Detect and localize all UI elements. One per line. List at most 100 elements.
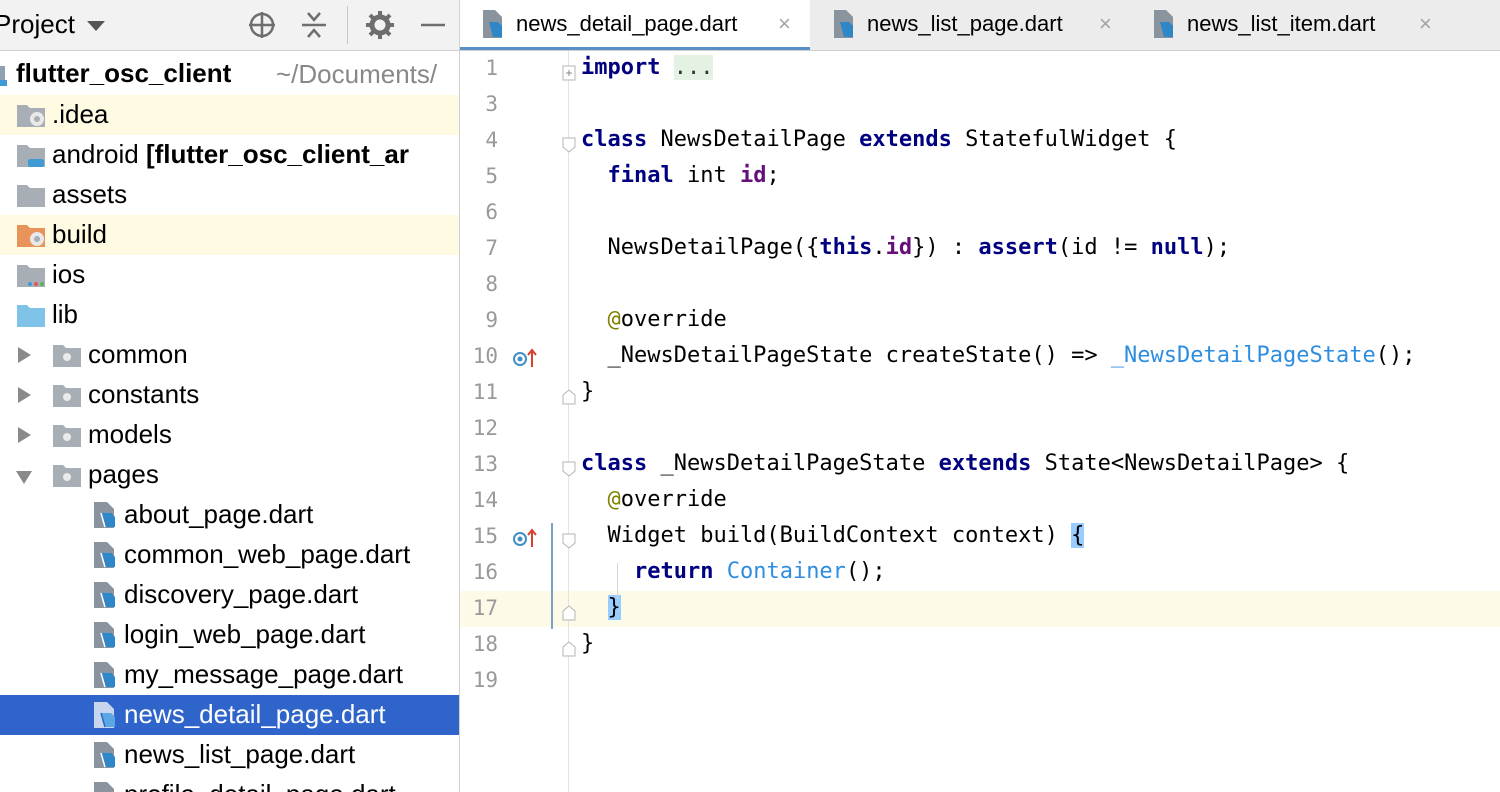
line-number: 12 — [472, 416, 498, 440]
override-method-icon[interactable] — [510, 347, 540, 371]
project-toolbar: Project — [0, 0, 459, 51]
expand-arrow-icon[interactable] — [18, 427, 31, 443]
collapse-all-icon[interactable] — [299, 10, 329, 40]
code-token: State<NewsDetailPage> { — [1031, 451, 1350, 476]
project-view-selector[interactable]: Project — [0, 9, 105, 40]
code-line[interactable]: 15 Widget build(BuildContext context) { — [460, 519, 1500, 555]
tree-item-file[interactable]: login_web_page.dart — [0, 615, 459, 655]
minimize-icon[interactable] — [418, 10, 448, 40]
code-line[interactable]: 11} — [460, 375, 1500, 411]
dart-file-icon — [483, 10, 502, 38]
project-title: Project — [0, 9, 75, 39]
tree-item-label: models — [88, 419, 172, 449]
tree-item-label: pages — [88, 459, 159, 489]
tree-item-file[interactable]: common_web_page.dart — [0, 535, 459, 575]
package-icon — [53, 425, 81, 447]
code-token: extends — [938, 451, 1032, 476]
close-tab-icon[interactable]: × — [1099, 11, 1112, 37]
package-icon — [53, 385, 81, 407]
code-line[interactable]: 13 class _NewsDetailPageState extends Sta… — [460, 447, 1500, 483]
code-token: @ — [607, 307, 621, 332]
fold-collapse-icon[interactable] — [562, 137, 576, 153]
code-line[interactable]: 7 NewsDetailPage({this.id}) : assert(id … — [460, 231, 1500, 267]
tree-item-models[interactable]: models — [0, 415, 459, 455]
tree-item-constants[interactable]: constants — [0, 375, 459, 415]
tree-item-pages[interactable]: pages — [0, 455, 459, 495]
line-number: 5 — [485, 164, 498, 188]
line-number: 11 — [472, 380, 498, 404]
expand-arrow-icon[interactable] — [18, 347, 31, 363]
code-line[interactable]: 6 — [460, 195, 1500, 231]
tree-item-file[interactable]: profile_detail_page.dart — [0, 775, 459, 792]
code-line[interactable]: 18} — [460, 627, 1500, 663]
collapse-arrow-icon[interactable] — [16, 471, 32, 484]
override-method-icon[interactable] — [510, 527, 540, 551]
code-line[interactable]: 5 final int id; — [460, 159, 1500, 195]
tree-item-common[interactable]: common — [0, 335, 459, 375]
tree-item-label: profile_detail_page.dart — [124, 779, 396, 792]
fold-collapse-icon[interactable] — [562, 461, 576, 477]
root-name: flutter_osc_client — [16, 58, 232, 88]
code-token: class — [581, 451, 648, 476]
project-panel: Project flutter_osc_client ~/Documents/ … — [0, 0, 460, 792]
tab-news-list-page[interactable]: news_list_page.dart × — [811, 0, 1131, 50]
fold-end-icon[interactable] — [562, 389, 576, 405]
code-line[interactable]: 3 — [460, 87, 1500, 123]
code-token: } — [581, 631, 595, 656]
code-text: return Container(); — [581, 559, 886, 584]
expand-arrow-icon[interactable] — [18, 387, 31, 403]
code-token: (); — [845, 559, 886, 584]
line-number: 1 — [485, 56, 498, 80]
code-token: ); — [1203, 235, 1231, 260]
tree-item-label: news_list_page.dart — [124, 739, 356, 769]
code-line[interactable]: 4 class NewsDetailPage extends StatefulWi… — [460, 123, 1500, 159]
code-line[interactable]: 8 — [460, 267, 1500, 303]
tree-item-build[interactable]: build — [0, 215, 459, 255]
tab-news-list-item[interactable]: news_list_item.dart × — [1131, 0, 1451, 50]
tree-root[interactable]: flutter_osc_client ~/Documents/ — [0, 58, 459, 94]
ios-folder-icon — [17, 265, 45, 287]
tree-item-label: build — [52, 219, 107, 249]
code-line[interactable]: 16 return Container(); — [460, 555, 1500, 591]
tree-item-file-selected[interactable]: news_detail_page.dart — [0, 695, 459, 735]
fold-collapse-icon[interactable] — [562, 533, 576, 549]
code-line[interactable]: 9 @override — [460, 303, 1500, 339]
code-line[interactable]: 1 import ... — [460, 51, 1500, 87]
locate-icon[interactable] — [247, 10, 277, 40]
tree-item-label: constants — [88, 379, 200, 409]
line-number: 14 — [472, 488, 498, 512]
close-tab-icon[interactable]: × — [778, 11, 791, 37]
tree-item-assets[interactable]: assets — [0, 175, 459, 215]
tree-item-file[interactable]: discovery_page.dart — [0, 575, 459, 615]
code-text: class _NewsDetailPageState extends State… — [581, 451, 1349, 476]
code-area[interactable]: 1 import ... 3 4 class NewsDetailPage extend… — [460, 51, 1500, 792]
code-token: Container — [726, 559, 846, 584]
fold-expand-icon[interactable] — [562, 65, 576, 81]
code-line[interactable]: 10 _NewsDetailPageState createState() =>… — [460, 339, 1500, 375]
code-token: { — [1071, 523, 1085, 548]
tree-item-android[interactable]: android [flutter_osc_client_ar — [0, 135, 459, 175]
editor-tab-bar: news_detail_page.dart × news_list_page.d… — [460, 0, 1500, 51]
tab-news-detail-page[interactable]: news_detail_page.dart × — [460, 0, 810, 50]
gear-icon[interactable] — [365, 10, 395, 40]
tree-item-label: my_message_page.dart — [124, 659, 403, 689]
tree-item-lib[interactable]: lib — [0, 295, 459, 335]
code-line[interactable]: 17 } — [460, 591, 1500, 627]
line-number: 19 — [472, 668, 498, 692]
code-line[interactable]: 12 — [460, 411, 1500, 447]
tree-item-file[interactable]: about_page.dart — [0, 495, 459, 535]
tree-item-file[interactable]: my_message_page.dart — [0, 655, 459, 695]
tree-item-label: ios — [52, 259, 86, 289]
tab-label: news_list_item.dart — [1187, 11, 1376, 36]
code-line[interactable]: 14 @override — [460, 483, 1500, 519]
tree-item-idea[interactable]: .idea — [0, 95, 459, 135]
tree-item-label: news_detail_page.dart — [124, 699, 386, 729]
fold-end-icon[interactable] — [562, 641, 576, 657]
code-line[interactable]: 19 — [460, 663, 1500, 699]
tree-item-file[interactable]: news_list_page.dart — [0, 735, 459, 775]
close-tab-icon[interactable]: × — [1419, 11, 1432, 37]
tree-item-ios[interactable]: ios — [0, 255, 459, 295]
fold-end-icon[interactable] — [562, 605, 576, 621]
